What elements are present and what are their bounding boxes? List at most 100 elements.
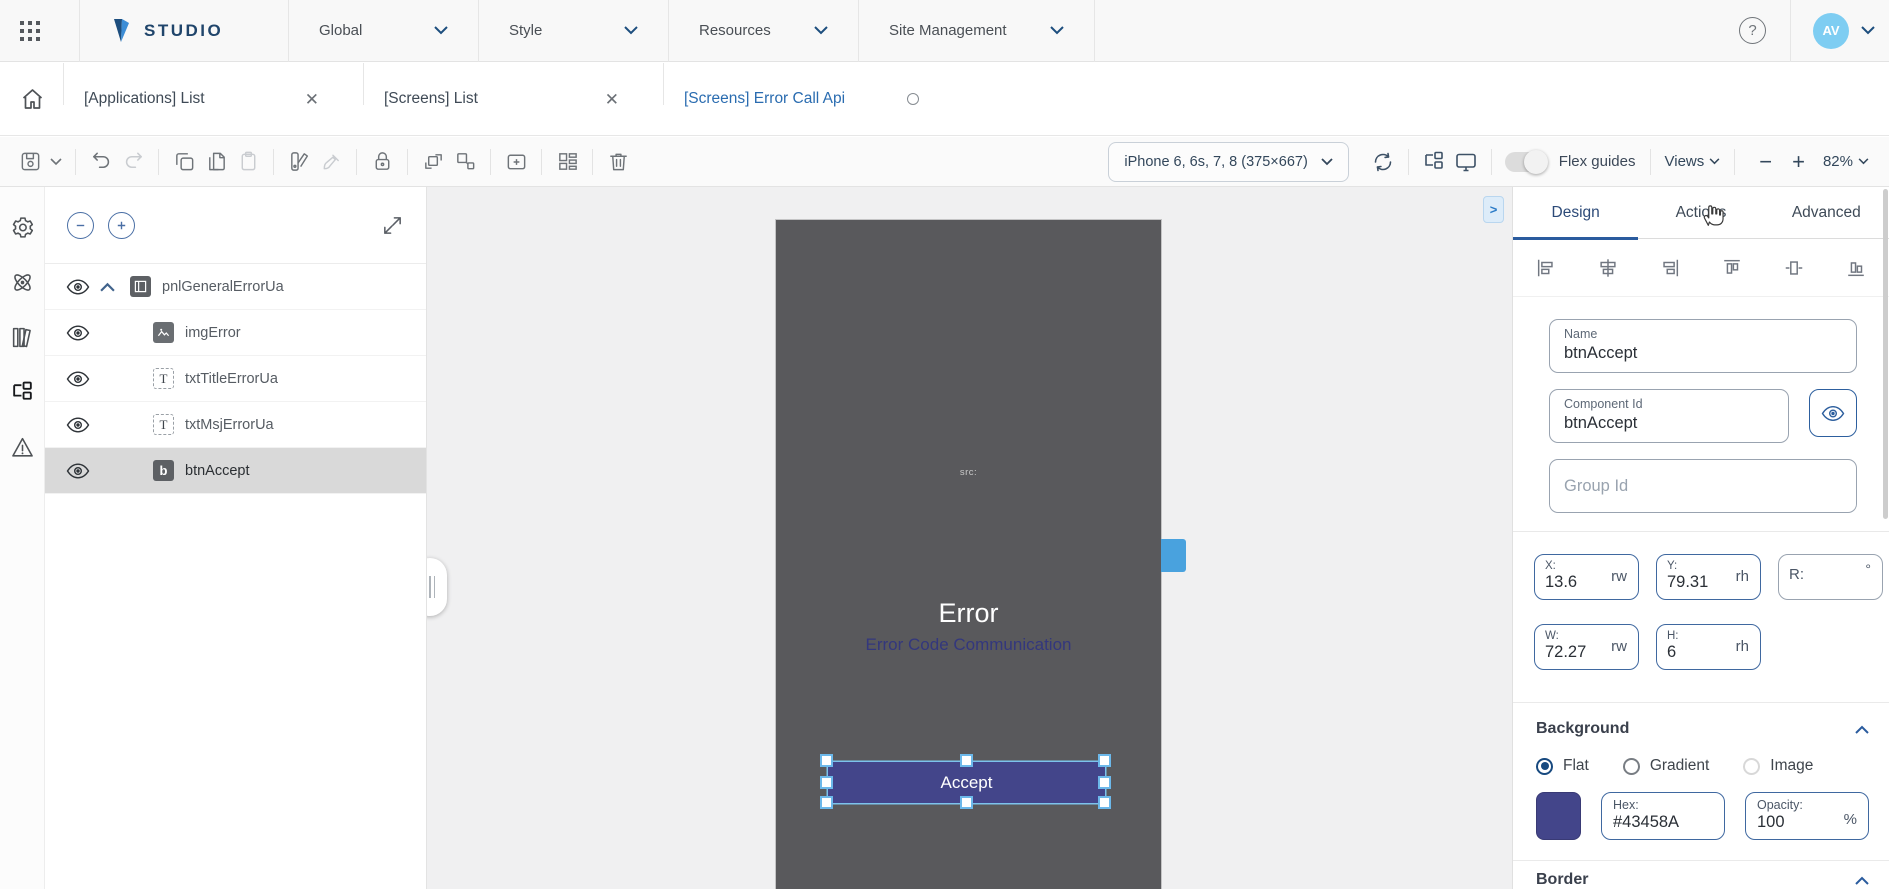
resize-handle-nw[interactable] (820, 754, 833, 767)
undo-button[interactable] (85, 146, 117, 178)
screen-resize-tab[interactable] (1161, 539, 1186, 572)
save-options-chevron-icon[interactable] (46, 146, 66, 178)
device-selector[interactable]: iPhone 6, 6s, 7, 8 (375×667) (1108, 142, 1348, 182)
help-button[interactable]: ? (1739, 17, 1766, 44)
tab-design[interactable]: Design (1513, 187, 1638, 238)
collapse-section-icon[interactable] (1855, 725, 1869, 734)
layer-row-txtTitleErrorUa[interactable]: T txtTitleErrorUa (45, 356, 426, 402)
chevron-down-icon[interactable] (1858, 158, 1869, 165)
preview-monitor-button[interactable] (1450, 146, 1482, 178)
align-left-icon[interactable] (1535, 257, 1557, 279)
warnings-icon[interactable] (10, 435, 35, 460)
redo-button[interactable] (117, 146, 149, 178)
align-top-icon[interactable] (1721, 257, 1743, 279)
name-field[interactable]: Name btnAccept (1549, 319, 1857, 373)
error-subtitle-text[interactable]: Error Code Communication (776, 635, 1161, 655)
settings-gear-icon[interactable] (10, 215, 35, 240)
group-id-input[interactable] (1549, 459, 1857, 513)
scrollbar-thumb[interactable] (1883, 189, 1888, 519)
duplicate-button[interactable] (200, 146, 232, 178)
flex-guides-toggle[interactable] (1505, 152, 1545, 172)
visibility-eye-icon[interactable] (66, 417, 92, 433)
visibility-eye-icon[interactable] (66, 371, 92, 387)
tab-screens-list[interactable]: [Screens] List ✕ (364, 90, 645, 108)
menu-global[interactable]: Global (289, 0, 478, 61)
rotation-field[interactable]: R: ° (1778, 554, 1883, 600)
brush-button[interactable] (315, 146, 347, 178)
styles-button[interactable] (283, 146, 315, 178)
collapse-caret-icon[interactable] (100, 282, 130, 292)
lock-button[interactable] (366, 146, 398, 178)
save-button[interactable] (14, 146, 46, 178)
zoom-out-button[interactable]: − (1749, 151, 1782, 173)
chevron-down-icon[interactable] (1709, 158, 1720, 165)
panel-resize-handle[interactable] (427, 558, 447, 616)
align-center-horizontal-icon[interactable] (1597, 257, 1619, 279)
resize-handle-n[interactable] (960, 754, 973, 767)
resize-handle-se[interactable] (1098, 796, 1111, 809)
hierarchy-tree-icon[interactable] (10, 380, 35, 405)
paste-button[interactable] (232, 146, 264, 178)
layer-row-txtMsjErrorUa[interactable]: T txtMsjErrorUa (45, 402, 426, 448)
resize-handle-ne[interactable] (1098, 754, 1111, 767)
x-field[interactable]: X: 13.6 rw (1534, 554, 1639, 600)
inspector-collapse-button[interactable]: > (1483, 196, 1504, 223)
component-visibility-button[interactable] (1809, 389, 1857, 437)
menu-style[interactable]: Style (479, 0, 668, 61)
home-icon[interactable] (20, 87, 45, 111)
menu-resources[interactable]: Resources (669, 0, 858, 61)
ungroup-button[interactable] (449, 146, 481, 178)
resize-handle-sw[interactable] (820, 796, 833, 809)
studio-logo[interactable]: STUDIO (80, 18, 288, 44)
resize-handle-w[interactable] (820, 776, 833, 789)
add-folder-button[interactable] (500, 146, 532, 178)
visibility-eye-icon[interactable] (66, 279, 92, 295)
y-field[interactable]: Y: 79.31 rh (1656, 554, 1761, 600)
library-books-icon[interactable] (10, 325, 35, 350)
error-title-text[interactable]: Error (776, 598, 1161, 629)
refresh-button[interactable] (1367, 146, 1399, 178)
resize-handle-s[interactable] (960, 796, 973, 809)
tab-advanced[interactable]: Advanced (1764, 187, 1889, 238)
layout-grid-button[interactable] (551, 146, 583, 178)
close-icon[interactable]: ✕ (305, 91, 319, 108)
visibility-eye-icon[interactable] (66, 463, 92, 479)
align-center-vertical-icon[interactable] (1783, 257, 1805, 279)
avatar[interactable]: AV (1813, 13, 1849, 49)
radio-image[interactable] (1743, 758, 1760, 775)
tab-applications-list[interactable]: [Applications] List ✕ (64, 90, 345, 108)
opacity-field[interactable]: Opacity: 100 % (1745, 792, 1869, 840)
design-canvas[interactable]: src: Error Error Code Communication Acce… (427, 187, 1512, 889)
layer-row-pnlGeneralErrorUa[interactable]: pnlGeneralErrorUa (45, 264, 426, 310)
apps-grid-icon[interactable] (15, 16, 45, 46)
views-dropdown[interactable]: Views (1665, 153, 1705, 170)
visibility-eye-icon[interactable] (66, 325, 92, 341)
collapse-section-icon[interactable] (1855, 876, 1869, 885)
component-id-field[interactable]: Component Id btnAccept (1549, 389, 1789, 443)
close-icon[interactable]: ✕ (605, 91, 619, 108)
height-field[interactable]: H: 6 rh (1656, 624, 1761, 670)
expand-all-button[interactable] (108, 212, 135, 239)
collapse-all-button[interactable] (67, 212, 94, 239)
tab-screens-error-call-api[interactable]: [Screens] Error Call Api (664, 90, 945, 108)
layer-row-imgError[interactable]: imgError (45, 310, 426, 356)
delete-button[interactable] (602, 146, 634, 178)
phone-screen[interactable]: src: Error Error Code Communication Acce… (776, 220, 1161, 889)
radio-flat[interactable] (1536, 758, 1553, 775)
zoom-in-button[interactable]: + (1782, 151, 1815, 173)
group-button[interactable] (417, 146, 449, 178)
hex-field[interactable]: Hex: #43458A (1601, 792, 1725, 840)
resize-handle-e[interactable] (1098, 776, 1111, 789)
color-swatch[interactable] (1536, 792, 1581, 840)
width-field[interactable]: W: 72.27 rw (1534, 624, 1639, 670)
components-atom-icon[interactable] (10, 270, 35, 295)
align-bottom-icon[interactable] (1845, 257, 1867, 279)
maximize-panel-icon[interactable] (381, 214, 404, 237)
radio-gradient[interactable] (1623, 758, 1640, 775)
zoom-level[interactable]: 82% (1823, 153, 1853, 170)
layer-row-btnAccept[interactable]: b btnAccept (45, 448, 426, 494)
chevron-down-icon[interactable] (1861, 26, 1875, 35)
align-right-icon[interactable] (1659, 257, 1681, 279)
tree-view-button[interactable] (1418, 146, 1450, 178)
menu-site-management[interactable]: Site Management (859, 0, 1094, 61)
